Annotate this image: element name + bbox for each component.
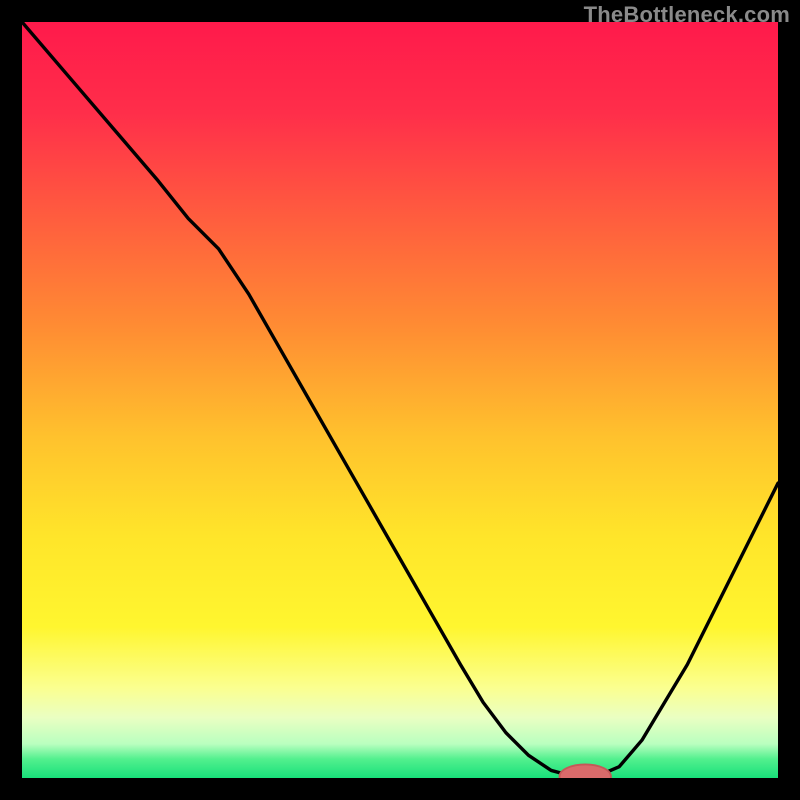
chart-stage: TheBottleneck.com: [0, 0, 800, 800]
bottleneck-chart: [22, 22, 778, 778]
chart-background: [22, 22, 778, 778]
watermark-text: TheBottleneck.com: [584, 2, 790, 28]
